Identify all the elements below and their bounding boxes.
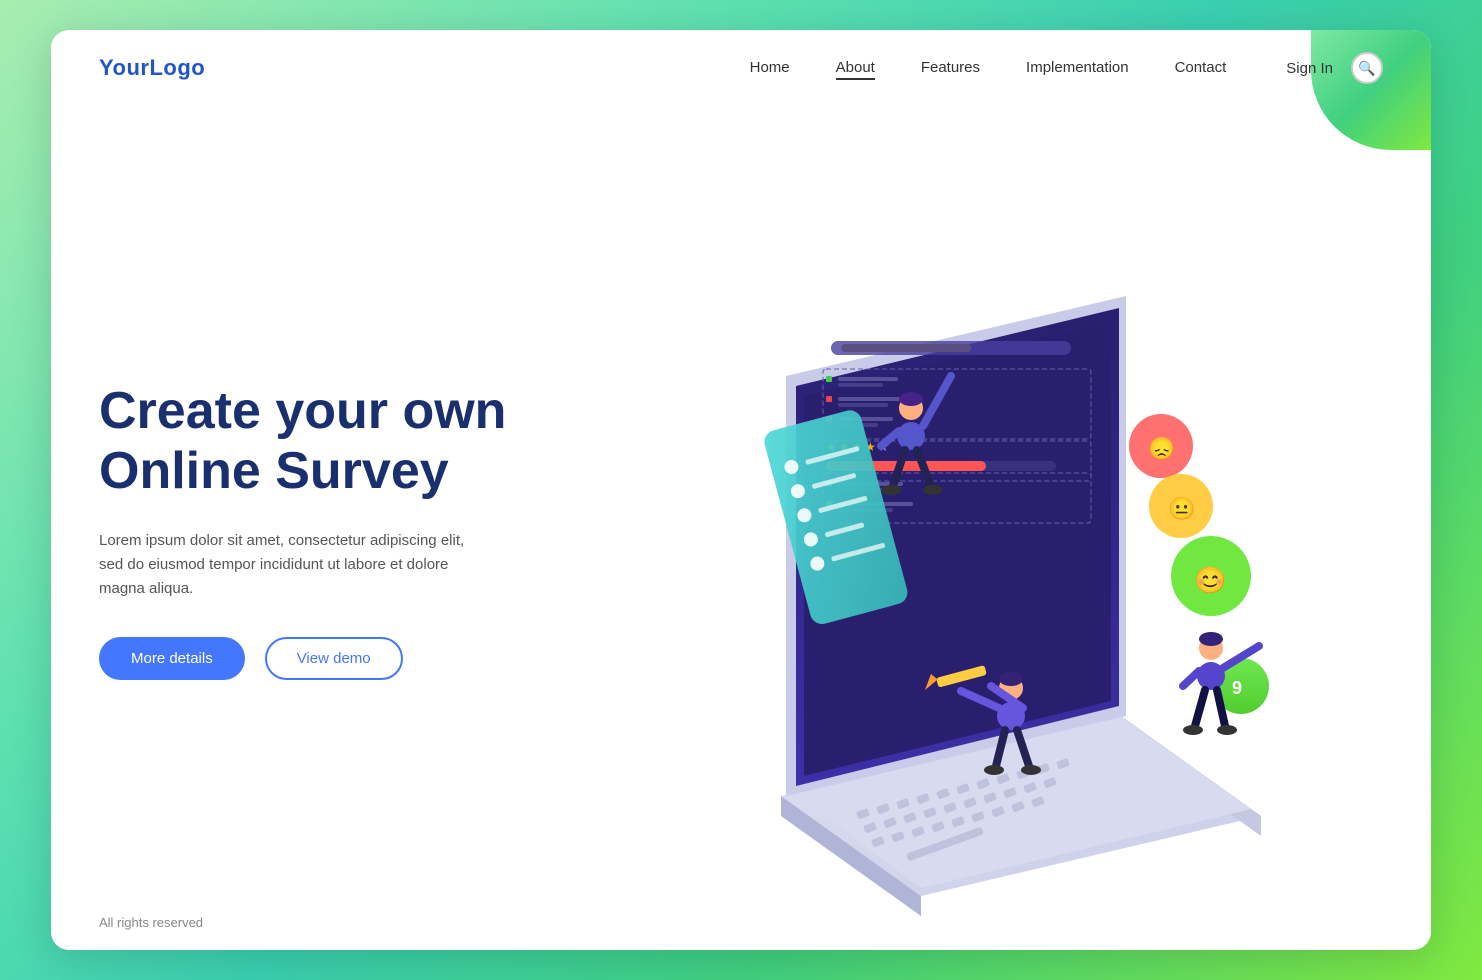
navbar: YourLogo Home About Features Implementat… (51, 30, 1431, 106)
footer: All rights reserved (51, 896, 1431, 950)
right-panel: ★ ★ ★ ★ ★ (579, 126, 1383, 896)
hero-description: Lorem ipsum dolor sit amet, consectetur … (99, 529, 499, 601)
illustration: ★ ★ ★ ★ ★ (641, 176, 1321, 896)
search-icon[interactable]: 🔍 (1351, 52, 1383, 84)
view-demo-button[interactable]: View demo (265, 637, 403, 680)
nav-item-implementation[interactable]: Implementation (1026, 59, 1129, 77)
screen-searchbar-inner (841, 344, 971, 352)
logo: YourLogo (99, 55, 205, 81)
checkbox-1 (826, 376, 832, 382)
row1-text (838, 377, 898, 381)
hero-title: Create your own Online Survey (99, 382, 579, 502)
signin-link[interactable]: Sign In (1286, 60, 1333, 77)
badge-number: 9 (1232, 678, 1242, 698)
main-content: Create your own Online Survey Lorem ipsu… (51, 106, 1431, 896)
nav-item-about[interactable]: About (836, 59, 875, 77)
nav-item-features[interactable]: Features (921, 59, 980, 77)
neutral-emoji: 😐 (1168, 496, 1195, 521)
cta-buttons: More details View demo (99, 637, 579, 680)
happy-emoji: 😊 (1194, 565, 1226, 595)
nav-right: Sign In 🔍 (1286, 52, 1383, 84)
checkbox-2 (826, 396, 832, 402)
row1-text2 (838, 383, 883, 387)
nav-links: Home About Features Implementation Conta… (750, 59, 1227, 77)
left-panel: Create your own Online Survey Lorem ipsu… (99, 126, 579, 896)
nav-item-contact[interactable]: Contact (1175, 59, 1227, 77)
more-details-button[interactable]: More details (99, 637, 245, 680)
row2-text (838, 397, 908, 401)
nav-item-home[interactable]: Home (750, 59, 790, 77)
sad-emoji: 😞 (1148, 436, 1175, 461)
page-card: YourLogo Home About Features Implementat… (51, 30, 1431, 950)
row2-text2 (838, 403, 888, 407)
footer-text: All rights reserved (99, 915, 203, 930)
